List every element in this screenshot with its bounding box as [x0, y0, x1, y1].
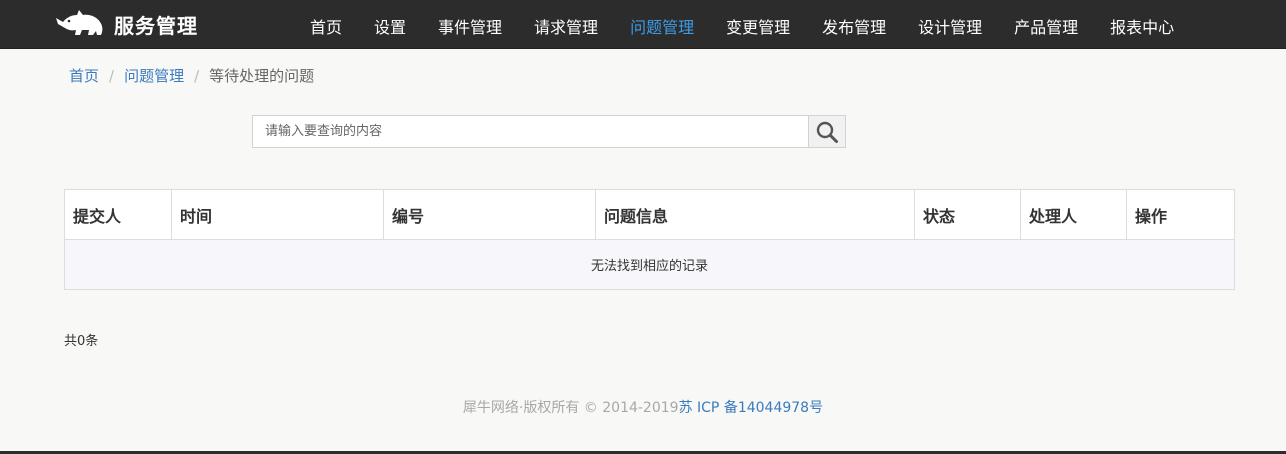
brand-home-link[interactable]: 服务管理: [54, 9, 198, 39]
column-header-time[interactable]: 时间: [171, 189, 384, 240]
breadcrumb-current: 等待处理的问题: [209, 67, 315, 85]
top-navbar: 服务管理 首页 设置 事件管理 请求管理 问题管理 变更管理 发布管理 设计管理 产品管理 报表中…: [0, 0, 1286, 49]
table-empty-message: 无法找到相应的记录: [64, 239, 1235, 290]
footer-copyright: 犀牛网络·版权所有 © 2014-2019: [462, 400, 679, 416]
table-empty-row: 无法找到相应的记录: [64, 239, 1235, 290]
nav-item[interactable]: 首页: [294, 0, 358, 48]
nav-item[interactable]: 变更管理: [710, 0, 806, 48]
footer-icp-link[interactable]: 苏 ICP 备14044978号: [679, 400, 824, 416]
nav-item[interactable]: 问题管理: [614, 0, 710, 48]
column-header-problem-info[interactable]: 问题信息: [595, 189, 915, 240]
nav-item[interactable]: 事件管理: [422, 0, 518, 48]
breadcrumb-separator: /: [109, 67, 115, 85]
nav-item[interactable]: 设置: [358, 0, 422, 48]
column-header-status[interactable]: 状态: [914, 189, 1021, 240]
breadcrumb-problem-management-link[interactable]: 问题管理: [124, 64, 184, 88]
problem-table: 提交人 时间 编号 问题信息 状态 处理人 操作 无法找到相应的记录: [64, 189, 1235, 290]
table-header-row: 提交人 时间 编号 问题信息 状态 处理人 操作: [64, 189, 1235, 240]
search-input[interactable]: [252, 115, 808, 148]
breadcrumb-home-link[interactable]: 首页: [69, 64, 99, 88]
column-header-handler[interactable]: 处理人: [1020, 189, 1127, 240]
column-header-number[interactable]: 编号: [383, 189, 596, 240]
footer: 犀牛网络·版权所有 © 2014-2019苏 ICP 备14044978号: [0, 398, 1286, 418]
search-bar: [252, 115, 846, 148]
column-header-actions[interactable]: 操作: [1126, 189, 1235, 240]
rhino-logo-icon: [56, 10, 103, 35]
breadcrumb: 首页 / 问题管理 / 等待处理的问题: [69, 64, 314, 88]
breadcrumb-separator: /: [194, 67, 200, 85]
main-nav: 首页 设置 事件管理 请求管理 问题管理 变更管理 发布管理 设计管理 产品管理 报表中心: [294, 0, 1190, 48]
search-icon: [816, 121, 838, 143]
search-button[interactable]: [808, 115, 846, 148]
column-header-submitter[interactable]: 提交人: [64, 189, 172, 240]
nav-item[interactable]: 产品管理: [998, 0, 1094, 48]
problem-table-container: 提交人 时间 编号 问题信息 状态 处理人 操作 无法找到相应的记录: [64, 189, 1235, 291]
brand-title: 服务管理: [114, 13, 198, 38]
nav-item[interactable]: 发布管理: [806, 0, 902, 48]
nav-item[interactable]: 报表中心: [1094, 0, 1190, 48]
nav-item[interactable]: 请求管理: [518, 0, 614, 48]
total-count: 共0条: [64, 334, 99, 349]
nav-item[interactable]: 设计管理: [902, 0, 998, 48]
